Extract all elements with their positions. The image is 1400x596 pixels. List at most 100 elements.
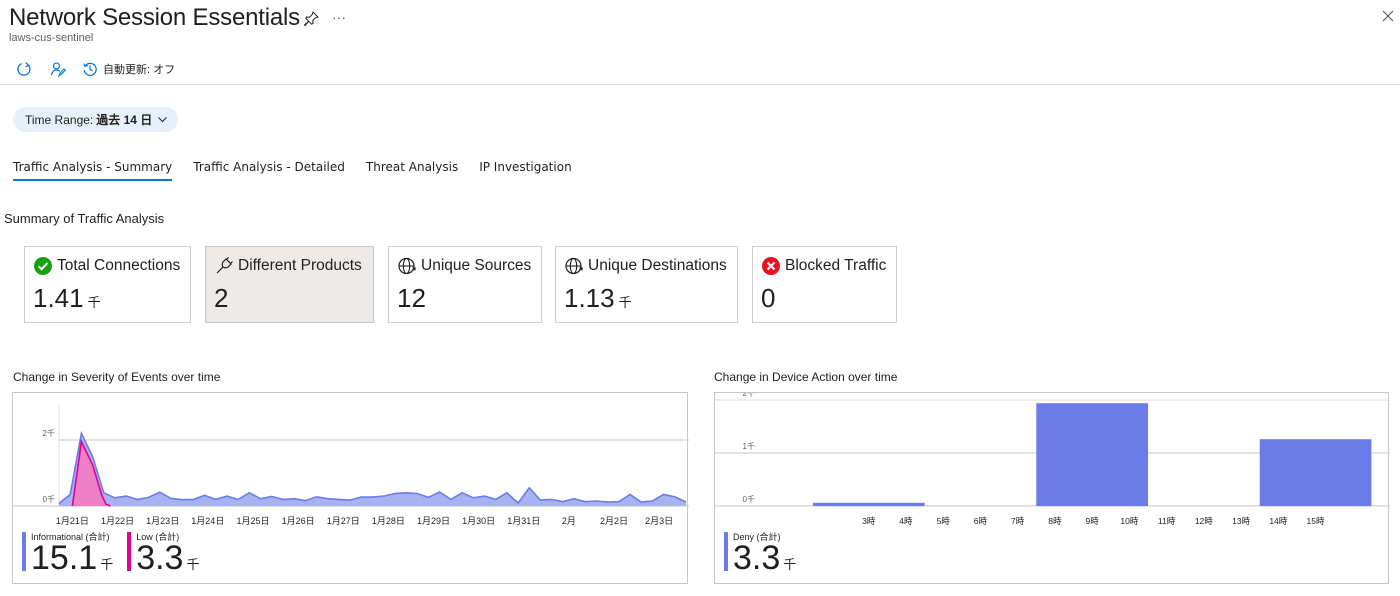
legend-value: 15.1 [31,539,98,577]
severity-chart-title: Change in Severity of Events over time [13,370,221,384]
workspace-name: laws-cus-sentinel [9,32,94,44]
pin-icon[interactable] [302,10,320,28]
x-tick-label: 5時 [937,516,951,526]
header-divider [0,84,1400,85]
x-tick-label: 8時 [1048,516,1062,526]
legend-item-deny[interactable]: Deny (合計) 3.3 千 [724,532,796,580]
legend-color-swatch [724,532,728,571]
x-tick-label: 1月24日 [191,516,224,526]
y-tick-label: 2千 [743,393,755,398]
tile-label: Different Products [238,257,362,274]
x-tick-label: 1月27日 [327,516,360,526]
device-action-chart[interactable]: 0千 1千 2千 3時 4時 5時 6時 7時 8時 9時 10時 11時 12時 13時 14時 15時 D… [714,392,1390,584]
x-tick-label: 1月30日 [462,516,495,526]
auto-refresh-button[interactable]: 自動更新: オフ [82,61,175,77]
x-tick-label: 1月26日 [282,516,315,526]
customize-button[interactable] [48,59,68,79]
x-tick-label: 2月 [562,516,576,526]
legend-color-swatch [127,532,132,571]
device-action-chart-svg: 0千 1千 2千 3時 4時 5時 6時 7時 8時 9時 10時 11時 12時 13時 14時 15時 [715,393,1390,526]
refresh-button[interactable] [14,59,34,79]
time-range-dropdown[interactable]: Time Range: 過去 14 日 [13,107,179,132]
x-tick-label: 1月23日 [146,516,179,526]
legend-item-informational[interactable]: Informational (合計) 15.1 千 [22,532,113,580]
tile-label: Unique Destinations [588,257,727,274]
x-tick-label: 12時 [1195,516,1213,526]
tile-value: 1.41 [33,283,84,313]
severity-legend: Informational (合計) 15.1 千 Low (合計) 3.3 千 [22,532,213,580]
chevron-down-icon [158,117,168,123]
globe-arrow-icon [397,256,417,276]
tile-blocked-traffic[interactable]: Blocked Traffic 0 [752,246,897,323]
legend-unit: 千 [186,557,200,572]
close-icon[interactable] [1380,8,1396,24]
x-tick-label: 3時 [862,516,876,526]
refresh-icon [17,62,31,76]
tile-total-connections[interactable]: Total Connections 1.41 千 [24,246,191,323]
tile-value: 12 [397,283,426,313]
legend-value: 3.3 [733,539,781,577]
x-tick-label: 1月29日 [417,516,450,526]
x-tick-label: 7時 [1011,516,1025,526]
x-tick-label: 14時 [1269,516,1287,526]
toolbar: 自動更新: オフ [14,58,175,80]
customize-icon [50,62,66,77]
tile-different-products[interactable]: Different Products 2 [205,246,374,323]
tile-value: 2 [214,283,229,313]
legend-color-swatch [22,532,26,571]
x-tick-label: 1月21日 [56,516,89,526]
x-tick-label: 1月22日 [101,516,134,526]
tile-label: Total Connections [57,257,181,274]
device-action-legend: Deny (合計) 3.3 千 [724,532,810,580]
x-tick-label: 2月2日 [600,516,628,526]
tab-bar: Traffic Analysis - Summary Traffic Analy… [13,160,593,181]
check-circle-icon [33,256,53,276]
tile-unit: 千 [87,295,101,310]
page-title: Network Session Essentials [9,4,300,31]
device-action-chart-title: Change in Device Action over time [714,370,898,384]
x-tick-label: 15時 [1307,516,1325,526]
more-options-icon[interactable]: ··· [332,9,346,25]
legend-unit: 千 [100,557,114,572]
y-tick-label: 0千 [43,494,55,504]
globe-arrow-icon [564,256,584,276]
time-range-label: Time Range: [25,112,94,127]
bar-deny [812,502,925,506]
y-tick-label: 2千 [43,428,55,438]
tab-traffic-analysis-detailed[interactable]: Traffic Analysis - Detailed [193,160,345,180]
x-tick-label: 4時 [899,516,913,526]
bar-deny [1259,439,1372,506]
x-tick-label: 11時 [1158,516,1176,526]
x-tick-label: 2月3日 [645,516,673,526]
severity-chart[interactable]: 0千 2千 1月21日 1月22日 1月23日 1月24日 1月25日 1月26日 1月27日 1… [12,392,689,584]
y-tick-label: 0千 [743,494,755,504]
x-tick-label: 1月31日 [507,516,540,526]
x-tick-label: 1月28日 [372,516,405,526]
tab-threat-analysis[interactable]: Threat Analysis [366,160,458,180]
y-tick-label: 1千 [743,441,755,451]
error-circle-icon [761,256,781,276]
tile-unique-destinations[interactable]: Unique Destinations 1.13 千 [555,246,738,323]
legend-value: 3.3 [136,539,184,577]
x-tick-label: 1月25日 [236,516,269,526]
legend-item-low[interactable]: Low (合計) 3.3 千 [127,532,199,580]
auto-refresh-label: 自動更新: オフ [103,64,176,76]
tab-ip-investigation[interactable]: IP Investigation [479,160,571,180]
tab-traffic-analysis-summary[interactable]: Traffic Analysis - Summary [13,160,173,181]
bar-deny [1036,403,1148,506]
tile-label: Unique Sources [421,257,532,274]
x-tick-label: 10時 [1120,516,1138,526]
section-title: Summary of Traffic Analysis [4,211,165,226]
time-range-value: 過去 14 日 [96,113,153,127]
tile-value: 1.13 [564,283,615,313]
x-tick-label: 6時 [974,516,988,526]
series-line-informational [58,430,687,505]
plug-icon [214,256,234,276]
tile-unit: 千 [618,295,632,310]
tile-value: 0 [761,283,776,313]
tile-label: Blocked Traffic [785,257,887,274]
x-tick-label: 13時 [1232,516,1250,526]
history-icon [83,62,97,76]
tile-unique-sources[interactable]: Unique Sources 12 [388,246,542,323]
x-tick-label: 9時 [1085,516,1099,526]
